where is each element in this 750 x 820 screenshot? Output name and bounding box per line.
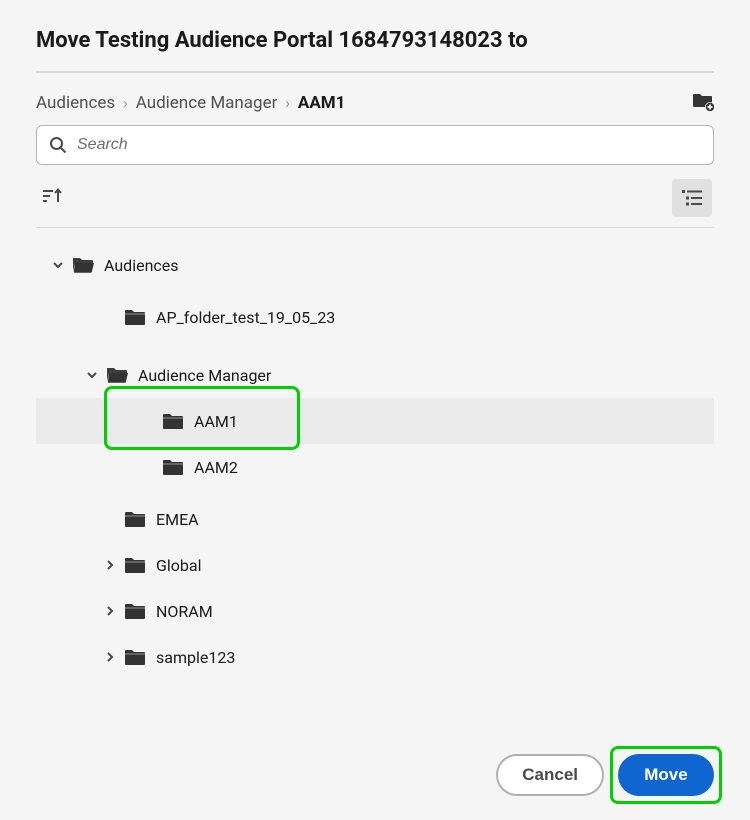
search-input[interactable] bbox=[77, 136, 701, 154]
tree-row[interactable]: Audiences bbox=[36, 242, 714, 288]
folder-icon bbox=[162, 458, 184, 476]
list-tree-icon bbox=[682, 189, 702, 207]
tree-item-label: NORAM bbox=[156, 602, 213, 621]
tree-item-label: EMEA bbox=[156, 510, 199, 529]
tree-item-label: AAM1 bbox=[194, 412, 238, 431]
tree-row[interactable]: NORAM bbox=[36, 588, 714, 634]
tree-row[interactable]: AAM2 bbox=[36, 444, 714, 490]
tree-item-label: sample123 bbox=[156, 648, 235, 667]
tree-item-label: Audiences bbox=[104, 256, 179, 275]
chevron-right-icon[interactable] bbox=[100, 559, 120, 571]
folder-icon bbox=[124, 602, 146, 620]
search-icon bbox=[49, 136, 67, 154]
folder-open-icon bbox=[72, 256, 94, 274]
breadcrumb-item-current: AAM1 bbox=[298, 93, 345, 113]
tree-row[interactable]: sample123 bbox=[36, 634, 714, 680]
search-field[interactable] bbox=[36, 125, 714, 165]
view-toggle-button[interactable] bbox=[672, 179, 712, 217]
move-button[interactable]: Move bbox=[618, 754, 714, 796]
chevron-right-icon[interactable] bbox=[100, 605, 120, 617]
chevron-right-icon: › bbox=[123, 94, 128, 112]
breadcrumb: Audiences › Audience Manager › AAM1 bbox=[36, 93, 345, 113]
tree-row[interactable]: EMEA bbox=[36, 496, 714, 542]
tree-item-label: AAM2 bbox=[194, 458, 238, 477]
folder-open-icon bbox=[106, 366, 128, 384]
divider bbox=[36, 227, 714, 228]
chevron-down-icon[interactable] bbox=[48, 259, 68, 271]
add-folder-button[interactable] bbox=[692, 91, 714, 115]
folder-add-icon bbox=[692, 91, 714, 111]
chevron-right-icon[interactable] bbox=[100, 651, 120, 663]
chevron-right-icon: › bbox=[285, 94, 290, 112]
tree-item-label: AP_folder_test_19_05_23 bbox=[156, 308, 335, 327]
tree-row[interactable]: Audience Manager bbox=[36, 352, 714, 398]
folder-icon bbox=[124, 556, 146, 574]
sort-button[interactable] bbox=[38, 183, 68, 213]
breadcrumb-item-audiences[interactable]: Audiences bbox=[36, 93, 115, 113]
folder-icon bbox=[124, 648, 146, 666]
tree-item-label: Audience Manager bbox=[138, 366, 271, 385]
chevron-down-icon[interactable] bbox=[82, 369, 102, 381]
tree-item-label: Global bbox=[156, 556, 202, 575]
tree-row[interactable]: AP_folder_test_19_05_23 bbox=[36, 294, 714, 340]
tree-row[interactable]: Global bbox=[36, 542, 714, 588]
folder-icon bbox=[124, 510, 146, 528]
breadcrumb-item-audience-manager[interactable]: Audience Manager bbox=[136, 93, 278, 113]
dialog-title: Move Testing Audience Portal 16847931480… bbox=[36, 28, 714, 71]
folder-icon bbox=[162, 412, 184, 430]
divider bbox=[36, 71, 714, 73]
sort-icon bbox=[42, 187, 64, 205]
folder-icon bbox=[124, 308, 146, 326]
folder-tree: Audiences AP_folder_test_19_05_23 Audience… bbox=[36, 242, 714, 680]
tree-row[interactable]: AAM1 bbox=[36, 398, 714, 444]
cancel-button[interactable]: Cancel bbox=[496, 754, 604, 796]
